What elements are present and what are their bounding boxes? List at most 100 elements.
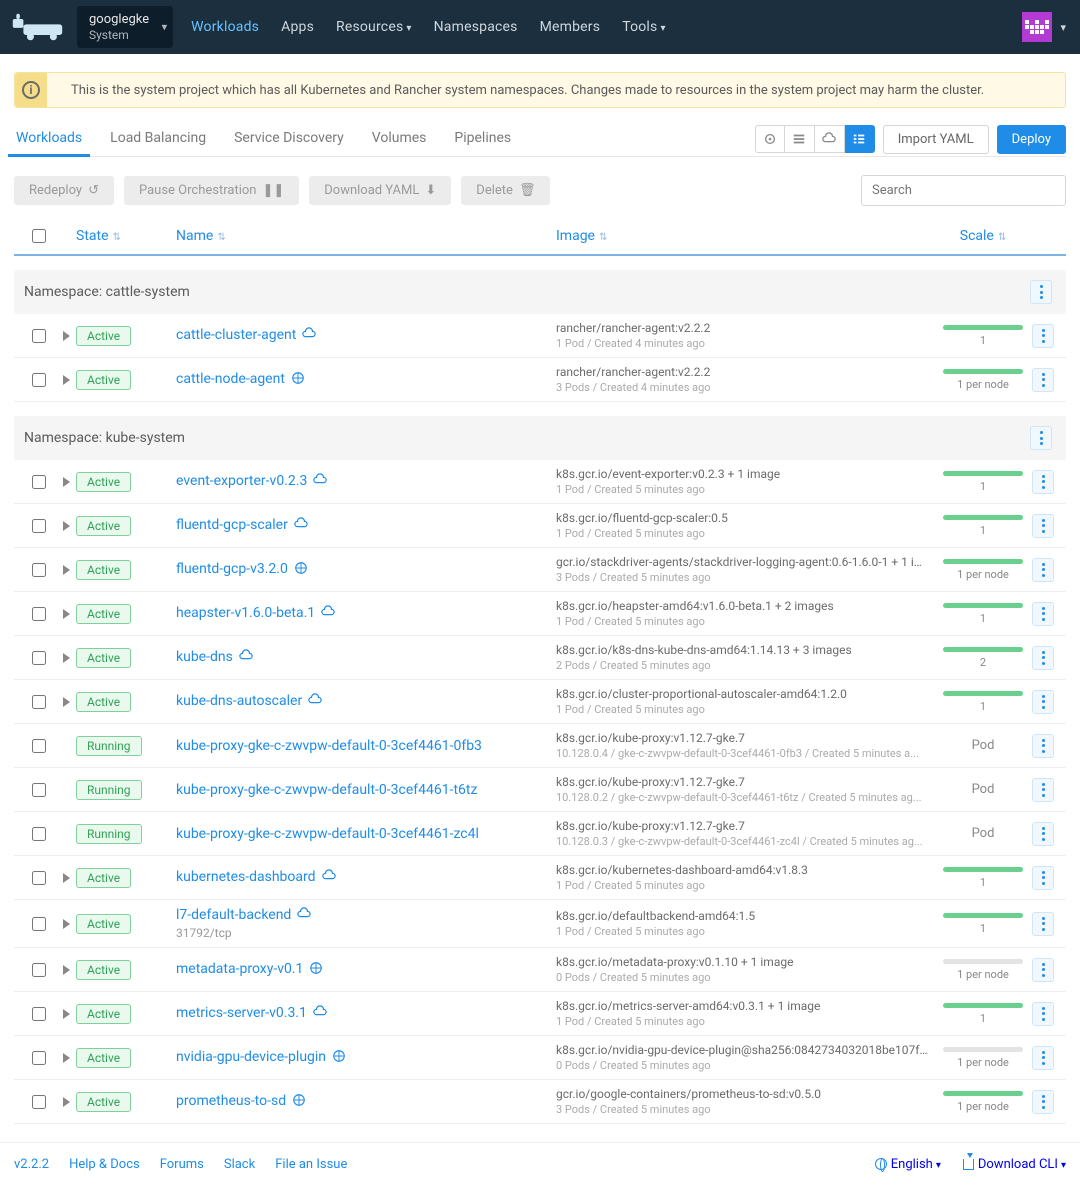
workload-name-link[interactable]: kube-proxy-gke-c-zwvpw-default-0-3cef446… (176, 826, 479, 842)
expand-icon[interactable] (63, 1053, 70, 1063)
download-yaml-button[interactable]: Download YAML ⬇ (309, 176, 451, 205)
row-menu-button[interactable] (1032, 1090, 1054, 1114)
workload-name-link[interactable]: cattle-node-agent (176, 371, 285, 387)
expand-icon[interactable] (63, 375, 70, 385)
import-yaml-button[interactable]: Import YAML (883, 125, 989, 154)
tab-service-discovery[interactable]: Service Discovery (232, 122, 346, 156)
download-cli-link[interactable]: Download CLI▾ (963, 1157, 1066, 1172)
footer-link-slack[interactable]: Slack (224, 1157, 255, 1172)
row-menu-button[interactable] (1032, 734, 1054, 758)
col-state[interactable]: State⇅ (76, 228, 176, 244)
row-menu-button[interactable] (1032, 1046, 1054, 1070)
footer-link-forums[interactable]: Forums (160, 1157, 204, 1172)
workload-name-link[interactable]: nvidia-gpu-device-plugin (176, 1049, 326, 1065)
row-menu-button[interactable] (1032, 514, 1054, 538)
row-checkbox[interactable] (32, 475, 46, 489)
workload-name-link[interactable]: event-exporter-v0.2.3 (176, 473, 307, 489)
workload-name-link[interactable]: fluentd-gcp-v3.2.0 (176, 561, 288, 577)
row-menu-button[interactable] (1032, 646, 1054, 670)
tab-pipelines[interactable]: Pipelines (452, 122, 513, 156)
row-checkbox[interactable] (32, 519, 46, 533)
workload-name-link[interactable]: metadata-proxy-v0.1 (176, 961, 303, 977)
workload-name-link[interactable]: kubernetes-dashboard (176, 869, 316, 885)
row-checkbox[interactable] (32, 1007, 46, 1021)
nav-apps[interactable]: Apps (281, 19, 314, 35)
row-checkbox[interactable] (32, 695, 46, 709)
rancher-logo[interactable] (10, 12, 65, 42)
row-checkbox[interactable] (32, 651, 46, 665)
expand-icon[interactable] (63, 609, 70, 619)
select-all-checkbox[interactable] (32, 229, 46, 243)
row-menu-button[interactable] (1032, 912, 1054, 936)
row-checkbox[interactable] (32, 1051, 46, 1065)
row-menu-button[interactable] (1032, 1002, 1054, 1026)
view-grid-button[interactable] (755, 125, 785, 153)
delete-button[interactable]: Delete 🗑 (461, 176, 550, 205)
workload-name-link[interactable]: metrics-server-v0.3.1 (176, 1005, 307, 1021)
view-list-button[interactable] (785, 125, 815, 153)
workload-name-link[interactable]: kube-dns (176, 649, 233, 665)
user-menu[interactable]: ▾ (1022, 12, 1066, 42)
workload-name-link[interactable]: fluentd-gcp-scaler (176, 517, 288, 533)
row-checkbox[interactable] (32, 1095, 46, 1109)
nav-tools[interactable]: Tools▾ (622, 19, 666, 35)
expand-icon[interactable] (63, 477, 70, 487)
expand-icon[interactable] (63, 697, 70, 707)
workload-name-link[interactable]: kube-dns-autoscaler (176, 693, 302, 709)
expand-icon[interactable] (63, 521, 70, 531)
workload-name-link[interactable]: prometheus-to-sd (176, 1093, 286, 1109)
workload-name-link[interactable]: kube-proxy-gke-c-zwvpw-default-0-3cef446… (176, 782, 477, 798)
row-menu-button[interactable] (1032, 470, 1054, 494)
row-checkbox[interactable] (32, 827, 46, 841)
col-name[interactable]: Name⇅ (176, 228, 556, 244)
row-checkbox[interactable] (32, 563, 46, 577)
workload-name-link[interactable]: l7-default-backend (176, 907, 291, 923)
row-checkbox[interactable] (32, 739, 46, 753)
row-menu-button[interactable] (1032, 690, 1054, 714)
search-input[interactable] (861, 175, 1066, 206)
row-checkbox[interactable] (32, 963, 46, 977)
redeploy-button[interactable]: Redeploy ↺ (14, 176, 114, 205)
nav-workloads[interactable]: Workloads (191, 19, 259, 35)
row-menu-button[interactable] (1032, 778, 1054, 802)
nav-namespaces[interactable]: Namespaces (434, 19, 518, 35)
row-checkbox[interactable] (32, 871, 46, 885)
tab-volumes[interactable]: Volumes (370, 122, 429, 156)
row-menu-button[interactable] (1032, 958, 1054, 982)
row-checkbox[interactable] (32, 373, 46, 387)
expand-icon[interactable] (63, 965, 70, 975)
row-checkbox[interactable] (32, 607, 46, 621)
nav-members[interactable]: Members (540, 19, 601, 35)
expand-icon[interactable] (63, 873, 70, 883)
row-checkbox[interactable] (32, 329, 46, 343)
footer-link-help-docs[interactable]: Help & Docs (69, 1157, 140, 1172)
pause-button[interactable]: Pause Orchestration ❚❚ (124, 176, 299, 205)
view-cloud-button[interactable] (815, 125, 845, 153)
row-menu-button[interactable] (1032, 822, 1054, 846)
tab-load-balancing[interactable]: Load Balancing (108, 122, 208, 156)
project-selector[interactable]: googlegke System ▾ (77, 6, 173, 48)
namespace-menu-button[interactable] (1030, 426, 1052, 450)
workload-name-link[interactable]: cattle-cluster-agent (176, 327, 296, 343)
row-menu-button[interactable] (1032, 866, 1054, 890)
view-tree-button[interactable] (845, 125, 875, 153)
row-menu-button[interactable] (1032, 368, 1054, 392)
expand-icon[interactable] (63, 653, 70, 663)
namespace-menu-button[interactable] (1030, 280, 1052, 304)
footer-link-file-an-issue[interactable]: File an Issue (275, 1157, 347, 1172)
row-menu-button[interactable] (1032, 558, 1054, 582)
row-checkbox[interactable] (32, 917, 46, 931)
nav-resources[interactable]: Resources▾ (336, 19, 412, 35)
expand-icon[interactable] (63, 1097, 70, 1107)
col-image[interactable]: Image⇅ (556, 228, 938, 244)
workload-name-link[interactable]: kube-proxy-gke-c-zwvpw-default-0-3cef446… (176, 738, 482, 754)
row-menu-button[interactable] (1032, 602, 1054, 626)
expand-icon[interactable] (63, 331, 70, 341)
col-scale[interactable]: Scale⇅ (938, 228, 1028, 244)
row-checkbox[interactable] (32, 783, 46, 797)
expand-icon[interactable] (63, 565, 70, 575)
expand-icon[interactable] (63, 1009, 70, 1019)
tab-workloads[interactable]: Workloads (14, 122, 84, 156)
row-menu-button[interactable] (1032, 324, 1054, 348)
expand-icon[interactable] (63, 919, 70, 929)
